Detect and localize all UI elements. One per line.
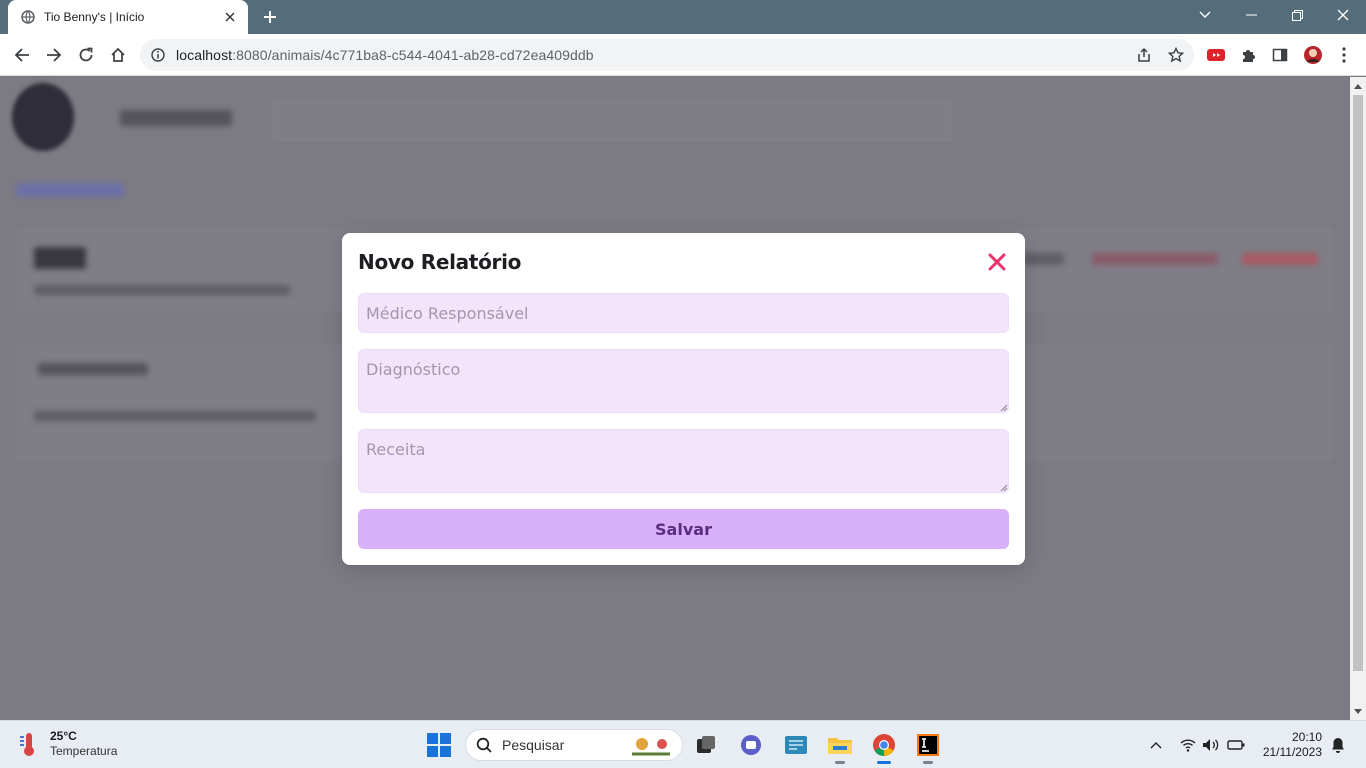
site-info-icon[interactable] [150,47,166,63]
bookmark-star-icon[interactable] [1160,39,1192,71]
search-label: Pesquisar [502,737,565,753]
save-button[interactable]: Salvar [358,509,1009,549]
profile-avatar[interactable] [1297,39,1329,71]
page-scrollbar[interactable] [1350,77,1366,720]
minimize-icon[interactable] [1228,0,1274,30]
scroll-down-icon[interactable] [1350,704,1366,718]
scroll-thumb[interactable] [1353,95,1363,671]
chrome-icon[interactable] [868,729,900,764]
volume-icon[interactable] [1200,733,1222,757]
animal-action-2 [1092,253,1218,265]
extensions-puzzle-icon[interactable] [1232,39,1264,71]
receita-textarea[interactable] [358,429,1009,493]
system-clock[interactable]: 20:10 21/11/2023 [1256,730,1322,760]
tab-search-icon[interactable] [1182,0,1228,30]
url-host: localhost [176,47,233,63]
taskbar-search[interactable]: Pesquisar [465,729,683,761]
header-logo [12,83,74,151]
terminal-app-icon[interactable] [780,729,812,761]
header-brand [120,110,232,126]
battery-icon[interactable] [1225,733,1247,757]
windows-start-icon[interactable] [426,732,452,758]
weather-temp: 25°C [50,729,77,743]
diagnostico-textarea[interactable] [358,349,1009,413]
header-search [272,101,952,141]
wifi-icon[interactable] [1178,733,1198,757]
novo-relatorio-modal: Novo Relatório Salvar [342,233,1025,565]
address-bar[interactable]: localhost:8080/animais/4c771ba8-c544-404… [140,39,1194,71]
notification-bell-icon[interactable] [1328,733,1348,757]
weather-desc: Temperatura [50,744,118,758]
medico-responsavel-input[interactable] [358,293,1009,333]
task-view-icon[interactable] [690,729,722,761]
intellij-icon[interactable] [912,729,944,764]
restore-icon[interactable] [1274,0,1320,30]
weather-widget[interactable]: 25°C Temperatura [18,729,117,759]
chat-icon[interactable] [735,729,767,761]
animal-action-3 [1242,253,1318,265]
new-tab-button[interactable] [256,4,284,30]
globe-icon [20,9,36,25]
thermometer-icon [20,733,34,756]
youtube-extension-icon[interactable] [1200,39,1232,71]
running-indicator [835,761,845,764]
tab-title: Tio Benny's | Início [44,10,145,24]
side-panel-icon[interactable] [1264,39,1296,71]
reports-empty-text [34,411,316,421]
show-hidden-icons-icon[interactable] [1146,733,1166,757]
modal-title: Novo Relatório [358,250,522,274]
scroll-up-icon[interactable] [1350,79,1366,93]
forward-arrow-icon[interactable] [38,39,70,71]
url-path: :8080/animais/4c771ba8-c544-4041-ab28-cd… [232,47,594,63]
share-icon[interactable] [1128,39,1160,71]
animal-name [34,247,86,269]
clock-time: 20:10 [1291,730,1322,744]
running-indicator [923,761,933,764]
back-link [16,183,124,197]
browser-menu-icon[interactable] [1328,39,1360,71]
browser-toolbar: localhost:8080/animais/4c771ba8-c544-404… [0,34,1366,76]
url-text: localhost:8080/animais/4c771ba8-c544-404… [176,47,594,63]
resize-grip-icon[interactable] [998,402,1008,412]
clock-date: 21/11/2023 [1262,745,1322,759]
tab-close-icon[interactable] [222,9,238,25]
reports-heading [38,363,148,375]
browser-tab-bar: Tio Benny's | Início [0,0,1366,34]
search-icon [476,737,492,753]
reload-icon[interactable] [70,39,102,71]
back-arrow-icon[interactable] [6,39,38,71]
running-indicator [877,761,891,764]
animal-subtitle [34,285,290,295]
close-icon[interactable] [986,251,1008,273]
windows-taskbar: 25°C Temperatura Pesquisar 20:10 21/11/2… [0,720,1366,768]
animal-action-1 [1022,253,1064,265]
browser-tab[interactable]: Tio Benny's | Início [8,0,248,34]
file-explorer-icon[interactable] [824,729,856,764]
home-icon[interactable] [102,39,134,71]
resize-grip-icon[interactable] [998,482,1008,492]
close-window-icon[interactable] [1320,0,1366,30]
search-highlight-icon [632,738,670,756]
